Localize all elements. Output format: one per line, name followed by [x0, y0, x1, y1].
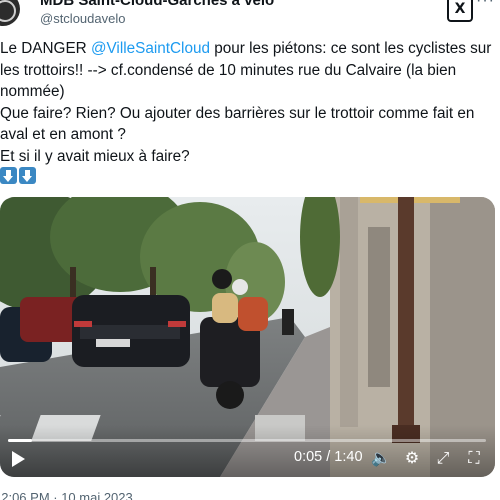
handle[interactable]: @stcloudavelo [40, 11, 125, 26]
more-options-icon[interactable]: ··· [476, 0, 498, 9]
tweet-timestamp[interactable]: 12:06 PM · 10 mai 2023 [0, 490, 133, 500]
down-arrow-emoji-icon [0, 167, 17, 184]
fullscreen-icon[interactable]: ⛶ [463, 447, 485, 469]
display-name[interactable]: MDB Saint-Cloud-Garches à vélo [40, 0, 274, 9]
tweet-line-2: les trottoirs!! --> cf.condensé de 10 mi… [0, 61, 457, 79]
avatar[interactable] [0, 0, 20, 26]
video-player[interactable]: 0:05 / 1:40 🔈 ⚙ ⤢ ⛶ [0, 197, 495, 477]
tweet-line-3: nommée) [0, 83, 65, 100]
settings-icon[interactable]: ⚙ [401, 447, 423, 469]
play-icon[interactable] [12, 451, 25, 467]
tweet-text: Le DANGER @VilleSaintCloud pour les piét… [0, 38, 500, 167]
emoji-row [0, 167, 36, 184]
tweet-text-segment: pour les piétons: ce sont les cyclistes … [209, 40, 492, 57]
volume-icon[interactable]: 🔈 [370, 447, 392, 469]
timecode: 0:05 / 1:40 [294, 449, 363, 465]
pip-icon[interactable]: ⤢ [432, 447, 454, 469]
tweet-line-1: Le DANGER @VilleSaintCloud pour les piét… [0, 38, 500, 60]
progress-bar[interactable] [8, 439, 486, 442]
tweet-line-4: Que faire? Rien? Ou ajouter des barrière… [0, 104, 475, 122]
tweet-line-6: Et si il y avait mieux à faire? [0, 147, 190, 165]
tweet-line-5: aval et en amont ? [0, 126, 126, 143]
tweet-text-segment: Le DANGER [0, 40, 91, 57]
tweet-header: MDB Saint-Cloud-Garches à vélo @stclouda… [0, 0, 500, 28]
down-arrow-emoji-icon [19, 167, 36, 184]
x-logo-icon[interactable]: X [447, 0, 473, 22]
video-controls: 0:05 / 1:40 🔈 ⚙ ⤢ ⛶ [0, 425, 495, 477]
progress-fill [8, 439, 32, 442]
mention-link[interactable]: @VilleSaintCloud [91, 40, 210, 57]
